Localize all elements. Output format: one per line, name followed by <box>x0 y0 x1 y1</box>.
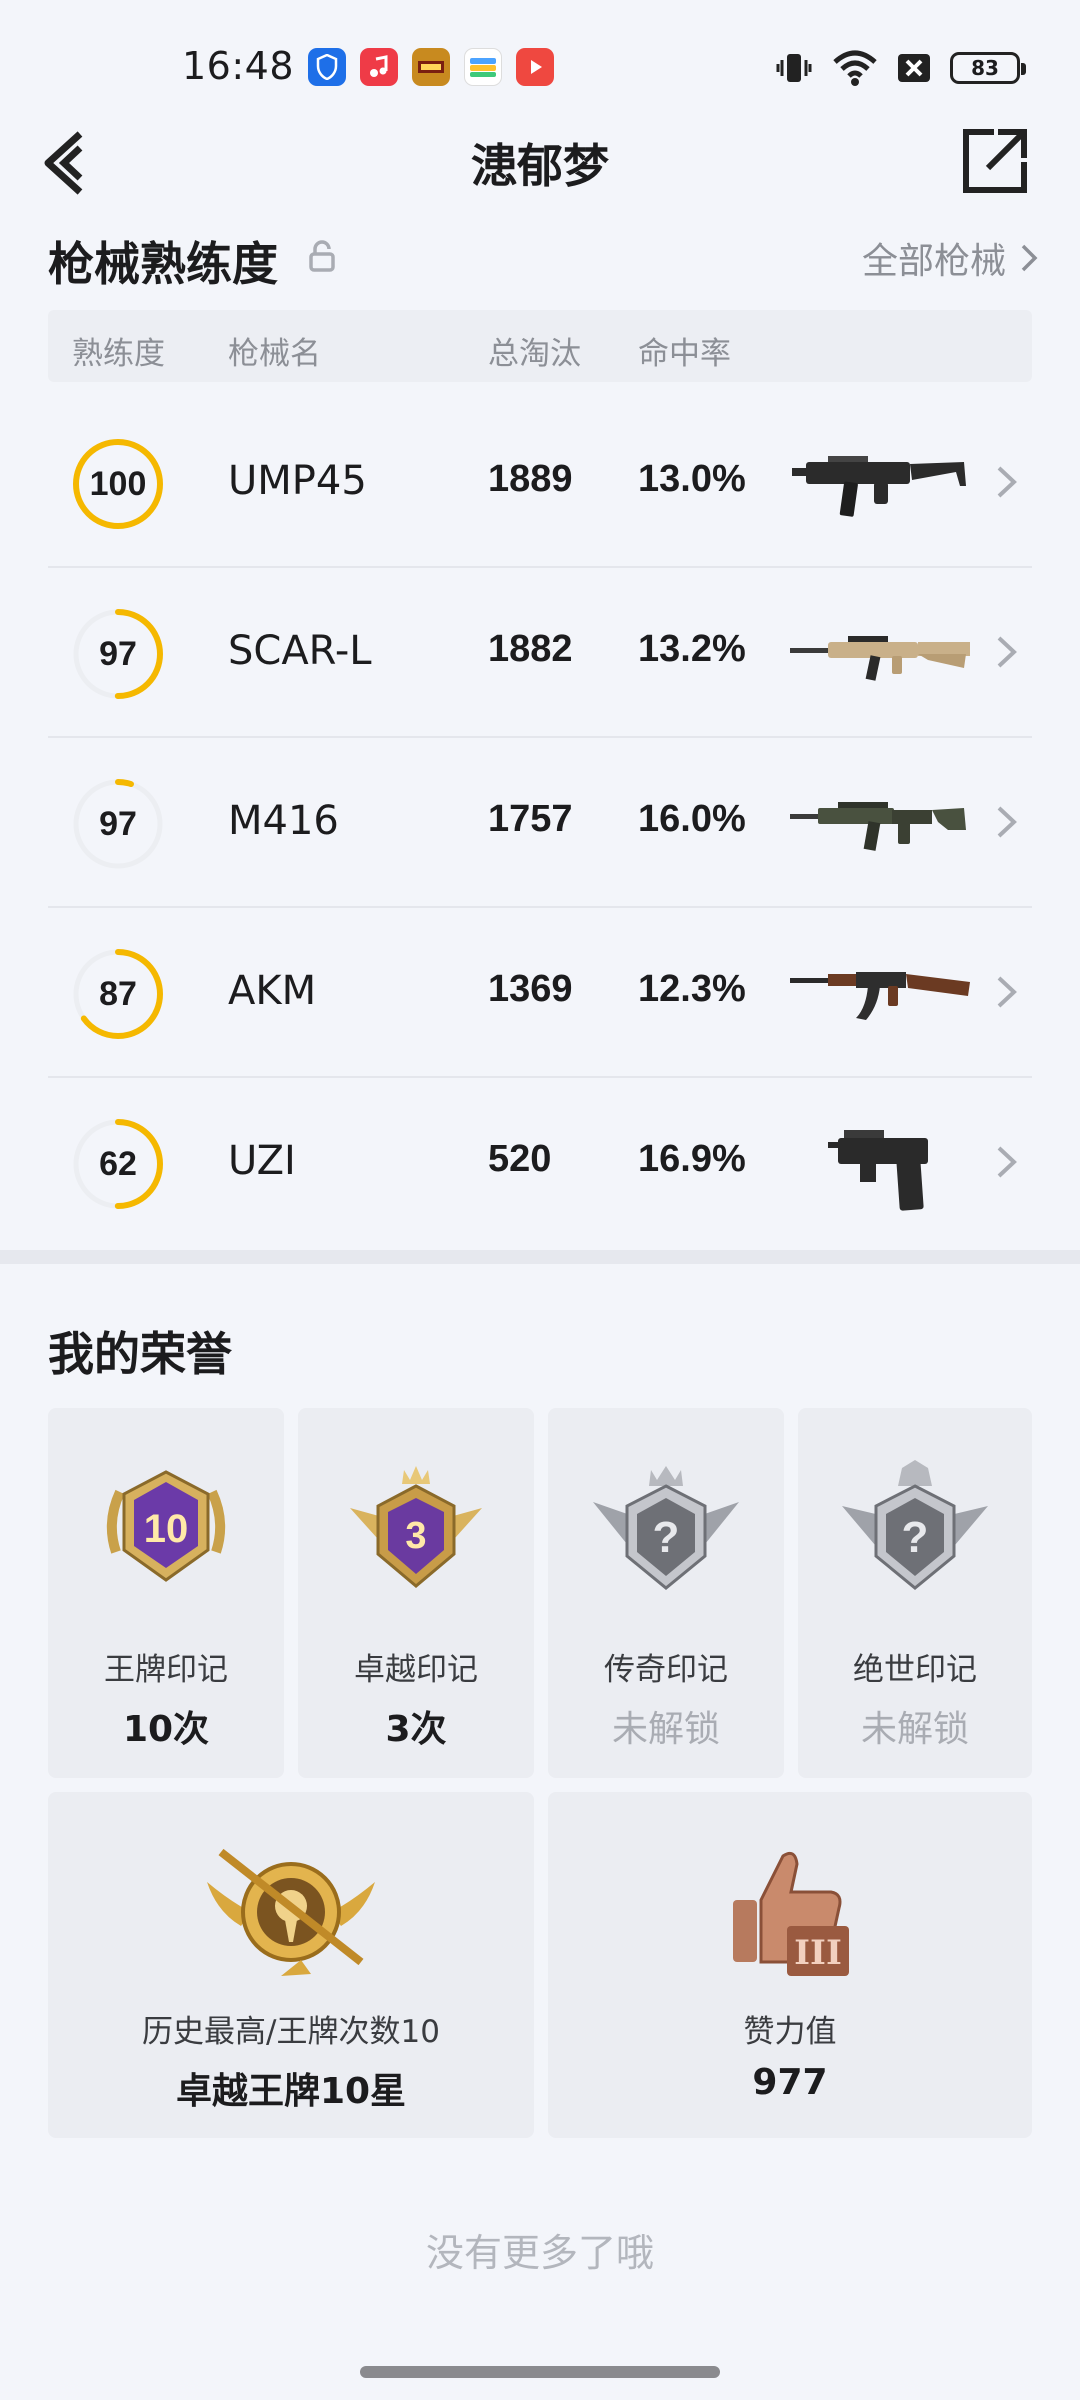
all-guns-label: 全部枪械 <box>861 241 1006 282</box>
honor-value: 10次 <box>122 1709 210 1750</box>
proficiency-level: 87 <box>99 974 137 1013</box>
rank-emblem-icon <box>207 1848 375 1976</box>
all-guns-link[interactable]: 全部枪械 <box>862 232 1038 284</box>
column-total-kills: 总淘汰 <box>488 336 581 372</box>
chevron-right-icon <box>997 1146 1017 1178</box>
excellence-badge-icon: 3 <box>350 1466 482 1588</box>
music-app-icon <box>360 48 398 86</box>
table-row[interactable]: 97 M416 1757 16.0% <box>48 738 1032 908</box>
rank-label: 历史最高/王牌次数10 <box>142 2014 440 2050</box>
no-more-text: 没有更多了哦 <box>425 2231 654 2275</box>
table-header: 熟练度 枪械名 总淘汰 命中率 <box>48 310 1032 382</box>
lock-icon <box>308 240 336 272</box>
uzi-icon <box>828 1130 928 1211</box>
honors-title: 我的荣誉 <box>48 1327 232 1381</box>
thumbs-up-icon: III <box>733 1851 849 1976</box>
wallet-app-icon <box>464 48 502 86</box>
akm-icon <box>790 972 970 1020</box>
game-app-icon <box>412 48 450 86</box>
supreme-badge-text: ? <box>902 1513 929 1562</box>
gun-name: M416 <box>228 798 339 844</box>
honor-label: 传奇印记 <box>604 1652 728 1688</box>
wifi-icon <box>833 50 877 86</box>
hit-rate: 16.0% <box>638 798 746 840</box>
column-gun-name: 枪械名 <box>228 336 321 372</box>
status-bar: 16:48 83 <box>0 0 1080 120</box>
total-kills: 1757 <box>488 798 573 840</box>
honor-label: 卓越印记 <box>354 1652 478 1688</box>
highest-rank-card[interactable]: 历史最高/王牌次数10 卓越王牌10星 <box>48 1792 534 2138</box>
gun-name: UZI <box>228 1138 296 1184</box>
chevron-right-icon <box>1021 244 1038 272</box>
proficiency-level: 97 <box>99 634 137 673</box>
gun-name: SCAR-L <box>228 628 372 674</box>
rank-value: 卓越王牌10星 <box>175 2071 407 2112</box>
honor-value: 3次 <box>385 1709 447 1750</box>
proficiency-title: 枪械熟练度 <box>48 237 278 291</box>
likes-card[interactable]: III 赞力值 977 <box>548 1792 1032 2138</box>
chevron-right-icon <box>997 466 1017 498</box>
chevron-right-icon <box>997 976 1017 1008</box>
total-kills: 520 <box>488 1138 552 1180</box>
gun-name: UMP45 <box>228 458 367 504</box>
ace-badge-icon: 10 <box>106 1470 226 1582</box>
hit-rate: 16.9% <box>638 1138 746 1180</box>
share-button[interactable] <box>960 126 1030 196</box>
chevron-right-icon <box>997 636 1017 668</box>
no-sim-icon <box>898 54 930 82</box>
honor-card-supreme[interactable]: ? 绝世印记 未解锁 <box>798 1408 1032 1778</box>
likes-value: 977 <box>752 2062 828 2103</box>
hit-rate: 12.3% <box>638 968 746 1010</box>
ump45-icon <box>792 456 966 517</box>
legend-badge-locked-icon: ? <box>593 1466 739 1590</box>
total-kills: 1882 <box>488 628 573 670</box>
proficiency-level: 97 <box>99 804 137 843</box>
honor-card-legend[interactable]: ? 传奇印记 未解锁 <box>548 1408 784 1778</box>
battery-indicator: 83 <box>950 52 1026 84</box>
video-app-icon <box>516 48 554 86</box>
security-app-icon <box>308 48 346 86</box>
hit-rate: 13.0% <box>638 458 746 500</box>
honor-value: 未解锁 <box>611 1709 720 1750</box>
honor-card-excellence[interactable]: 3 卓越印记 3次 <box>298 1408 534 1778</box>
column-hit-rate: 命中率 <box>638 336 731 372</box>
table-row[interactable]: 87 AKM 1369 12.3% <box>48 908 1032 1078</box>
proficiency-level: 100 <box>89 464 147 503</box>
page-title: 漶郁梦 <box>471 139 609 193</box>
chevron-right-icon <box>997 806 1017 838</box>
section-divider <box>0 1250 1080 1264</box>
likes-label: 赞力值 <box>743 2014 837 2050</box>
m416-icon <box>790 802 966 851</box>
scar-l-icon <box>790 636 970 681</box>
home-indicator[interactable] <box>360 2366 720 2378</box>
honor-label: 绝世印记 <box>853 1652 977 1688</box>
table-row[interactable]: 62 UZI 520 16.9% <box>48 1078 1032 1248</box>
thumbs-up-tier-text: III <box>794 1933 842 1973</box>
column-proficiency: 熟练度 <box>72 336 165 372</box>
table-row[interactable]: 100 UMP45 1889 13.0% <box>48 398 1032 568</box>
proficiency-level: 62 <box>99 1144 137 1183</box>
gun-name: AKM <box>228 968 317 1014</box>
total-kills: 1369 <box>488 968 573 1010</box>
status-icons: 83 <box>774 48 1026 88</box>
status-time: 16:48 <box>182 44 295 88</box>
top-nav: 漶郁梦 <box>0 110 1080 210</box>
honor-label: 王牌印记 <box>104 1652 228 1688</box>
hit-rate: 13.2% <box>638 628 746 670</box>
legend-badge-text: ? <box>653 1513 680 1562</box>
honor-value: 未解锁 <box>860 1709 969 1750</box>
vibrate-icon <box>776 54 812 82</box>
honor-card-ace[interactable]: 10 王牌印记 10次 <box>48 1408 284 1778</box>
supreme-badge-locked-icon: ? <box>842 1460 988 1590</box>
table-row[interactable]: 97 SCAR-L 1882 13.2% <box>48 568 1032 738</box>
share-icon <box>963 129 1027 193</box>
ace-badge-text: 10 <box>144 1507 189 1551</box>
excellence-badge-text: 3 <box>405 1515 426 1557</box>
total-kills: 1889 <box>488 458 573 500</box>
